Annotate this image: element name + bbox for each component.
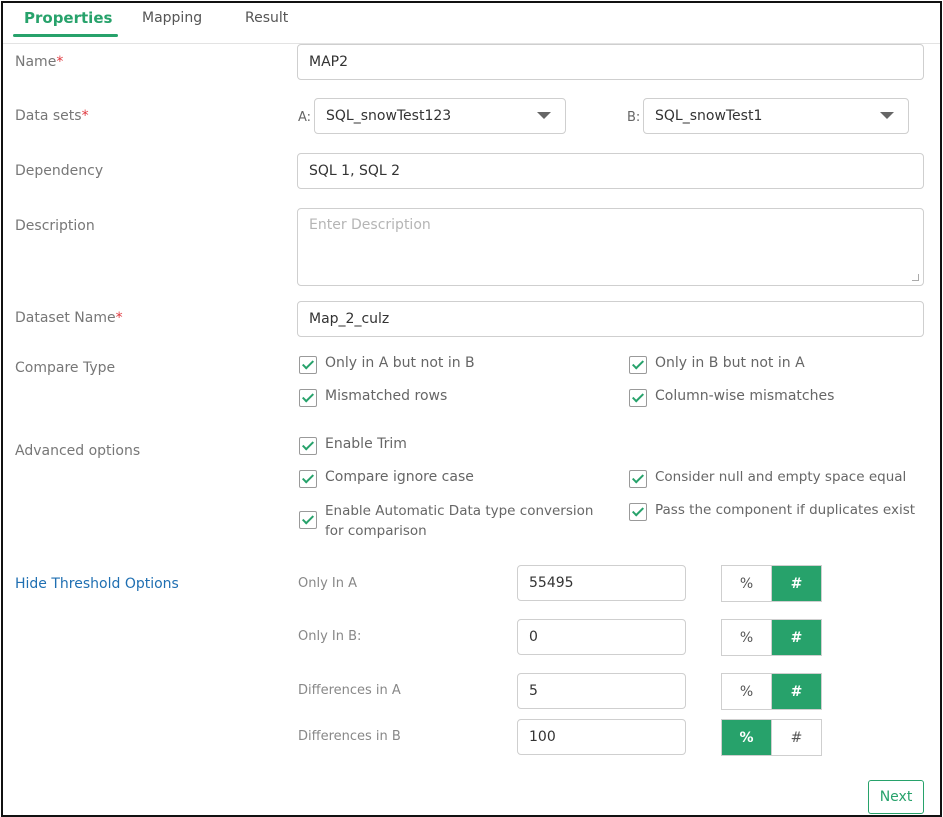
compare-type-label: Compare Type bbox=[15, 360, 116, 376]
threshold-value: 55495 bbox=[529, 575, 574, 591]
tab-properties[interactable]: Properties bbox=[24, 9, 112, 27]
checkbox-null-empty-equal[interactable]: Consider null and empty space equal bbox=[629, 469, 906, 488]
percent-toggle-button[interactable]: % bbox=[722, 566, 771, 601]
threshold-input-differences-in-a[interactable]: 5 bbox=[517, 673, 686, 709]
required-mark: * bbox=[56, 54, 64, 70]
threshold-unit-toggle: % # bbox=[721, 565, 822, 602]
datasets-label: Data sets* bbox=[15, 108, 89, 124]
checkbox-label: Only in A but not in B bbox=[325, 355, 475, 371]
checkbox-label: Mismatched rows bbox=[325, 388, 448, 404]
checkbox-checked-icon bbox=[299, 356, 317, 374]
checkbox-mismatched-rows[interactable]: Mismatched rows bbox=[299, 388, 447, 407]
required-mark: * bbox=[81, 108, 89, 124]
dataset-a-select[interactable]: SQL_snowTest123 bbox=[314, 98, 566, 134]
threshold-value: 0 bbox=[529, 629, 538, 645]
hide-threshold-options-link[interactable]: Hide Threshold Options bbox=[15, 576, 179, 592]
threshold-label-only-in-a: Only In A bbox=[298, 576, 358, 591]
checkbox-label: Column-wise mismatches bbox=[655, 388, 835, 404]
checkbox-only-in-b[interactable]: Only in B but not in A bbox=[629, 355, 805, 374]
checkbox-checked-icon bbox=[299, 389, 317, 407]
checkbox-label: Consider null and empty space equal bbox=[655, 469, 907, 485]
checkbox-label: Only in B but not in A bbox=[655, 355, 805, 371]
dependency-input-value: SQL 1, SQL 2 bbox=[309, 163, 401, 179]
tab-bar: Properties Mapping Result bbox=[3, 3, 940, 44]
threshold-label-differences-in-b: Differences in B bbox=[298, 729, 401, 744]
checkbox-auto-datatype-conversion[interactable]: Enable Automatic Data type conversion fo… bbox=[299, 501, 593, 541]
threshold-label-differences-in-a: Differences in A bbox=[298, 683, 401, 698]
checkbox-pass-if-duplicates[interactable]: Pass the component if duplicates exist bbox=[629, 502, 915, 521]
threshold-unit-toggle: % # bbox=[721, 673, 822, 710]
description-placeholder: Enter Description bbox=[309, 217, 431, 233]
name-input[interactable]: MAP2 bbox=[297, 44, 924, 80]
checkbox-label: Enable Automatic Data type conversion fo… bbox=[325, 501, 593, 541]
checkbox-checked-icon bbox=[629, 503, 647, 521]
percent-toggle-button[interactable]: % bbox=[722, 620, 771, 655]
dataset-b-value: SQL_snowTest1 bbox=[655, 108, 763, 124]
threshold-value: 100 bbox=[529, 729, 556, 745]
checkbox-checked-icon bbox=[629, 470, 647, 488]
chevron-down-icon bbox=[880, 112, 894, 119]
hash-toggle-button[interactable]: # bbox=[771, 566, 821, 601]
checkbox-checked-icon bbox=[299, 437, 317, 455]
checkbox-compare-ignore-case[interactable]: Compare ignore case bbox=[299, 469, 474, 488]
dataset-name-input-value: Map_2_culz bbox=[309, 311, 390, 327]
active-tab-indicator bbox=[13, 34, 118, 37]
description-textarea[interactable]: Enter Description bbox=[297, 208, 924, 286]
threshold-input-only-in-b[interactable]: 0 bbox=[517, 619, 686, 655]
description-label: Description bbox=[15, 218, 95, 234]
name-label-text: Name bbox=[15, 54, 57, 70]
dataset-b-select[interactable]: SQL_snowTest1 bbox=[643, 98, 909, 134]
required-mark: * bbox=[115, 310, 123, 326]
dataset-a-value: SQL_snowTest123 bbox=[326, 108, 452, 124]
dataset-name-label-text: Dataset Name bbox=[15, 310, 116, 326]
checkbox-label: Enable Trim bbox=[325, 436, 407, 452]
threshold-unit-toggle: % # bbox=[721, 619, 822, 656]
checkbox-only-in-a[interactable]: Only in A but not in B bbox=[299, 355, 475, 374]
dataset-b-prefix: B: bbox=[627, 110, 641, 125]
checkbox-column-wise-mismatches[interactable]: Column-wise mismatches bbox=[629, 388, 834, 407]
hash-toggle-button[interactable]: # bbox=[771, 620, 821, 655]
checkbox-label: Pass the component if duplicates exist bbox=[655, 502, 916, 518]
hash-toggle-button[interactable]: # bbox=[771, 720, 821, 755]
tab-result[interactable]: Result bbox=[245, 10, 288, 26]
chevron-down-icon bbox=[537, 112, 551, 119]
next-button[interactable]: Next bbox=[868, 780, 924, 814]
threshold-input-only-in-a[interactable]: 55495 bbox=[517, 565, 686, 601]
checkbox-enable-trim[interactable]: Enable Trim bbox=[299, 436, 407, 455]
checkbox-checked-icon bbox=[299, 470, 317, 488]
percent-toggle-button[interactable]: % bbox=[722, 720, 771, 755]
datasets-label-text: Data sets bbox=[15, 108, 82, 124]
checkbox-label-line2: for comparison bbox=[325, 523, 427, 539]
name-input-value: MAP2 bbox=[309, 54, 349, 70]
advanced-options-label: Advanced options bbox=[15, 443, 141, 459]
threshold-value: 5 bbox=[529, 683, 538, 699]
threshold-unit-toggle: % # bbox=[721, 719, 822, 756]
dataset-name-label: Dataset Name* bbox=[15, 310, 123, 326]
hash-toggle-button[interactable]: # bbox=[771, 674, 821, 709]
threshold-input-differences-in-b[interactable]: 100 bbox=[517, 719, 686, 755]
tab-mapping[interactable]: Mapping bbox=[142, 10, 202, 26]
percent-toggle-button[interactable]: % bbox=[722, 674, 771, 709]
dataset-name-input[interactable]: Map_2_culz bbox=[297, 301, 924, 337]
properties-panel: Properties Mapping Result Name* MAP2 Dat… bbox=[1, 1, 942, 817]
checkbox-checked-icon bbox=[299, 511, 317, 529]
resize-handle-icon[interactable] bbox=[912, 274, 919, 281]
name-label: Name* bbox=[15, 54, 63, 70]
checkbox-checked-icon bbox=[629, 389, 647, 407]
threshold-label-only-in-b: Only In B: bbox=[298, 629, 362, 644]
dependency-label: Dependency bbox=[15, 163, 104, 179]
dependency-input[interactable]: SQL 1, SQL 2 bbox=[297, 153, 924, 189]
checkbox-label: Compare ignore case bbox=[325, 469, 474, 485]
dataset-a-prefix: A: bbox=[298, 110, 312, 125]
checkbox-checked-icon bbox=[629, 356, 647, 374]
checkbox-label-line1: Enable Automatic Data type conversion bbox=[325, 503, 594, 519]
